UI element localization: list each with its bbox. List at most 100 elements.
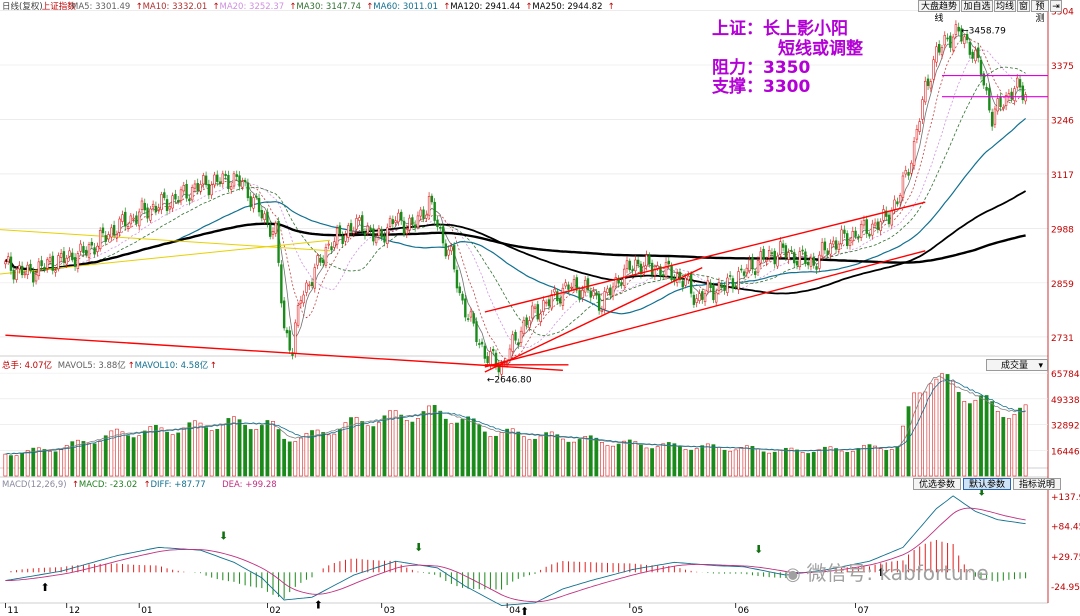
candle-body <box>589 291 592 298</box>
volume-bar <box>549 431 554 477</box>
volume-bar <box>159 427 164 477</box>
candle-body <box>631 269 634 272</box>
toolbar-button[interactable]: 窗 <box>1017 0 1030 12</box>
candle-body <box>308 284 311 287</box>
volume-bar <box>42 449 47 477</box>
annotation-line-3: 阻力：3350 <box>712 58 811 78</box>
volume-bar <box>767 452 772 477</box>
candle-body <box>288 330 291 351</box>
toolbar-button[interactable]: 均线 <box>994 0 1016 12</box>
low-label: ←2646.80 <box>487 375 532 385</box>
macd-param-button[interactable]: 指标说明 <box>1013 478 1061 490</box>
candle-body <box>712 285 715 301</box>
candle-body <box>310 282 314 286</box>
volume-bar <box>845 451 850 477</box>
volume-bar <box>884 449 889 477</box>
macd-tick-label: +84.45 <box>1051 523 1080 533</box>
candle-body <box>360 215 364 232</box>
volume-bar <box>806 453 811 477</box>
candle-body <box>352 230 356 234</box>
volume-bar <box>271 421 275 477</box>
candle-body <box>759 251 762 264</box>
volume-bar <box>259 425 264 477</box>
candle-body <box>34 274 38 282</box>
candle-body <box>82 246 85 253</box>
dea-line <box>5 507 1026 603</box>
volume-bar <box>672 443 677 477</box>
volume-bar <box>9 455 13 477</box>
candle-body <box>333 241 336 248</box>
candle-body <box>815 266 818 270</box>
candle-body <box>748 259 751 271</box>
volume-bar <box>248 429 253 477</box>
kline-chart[interactable]: ←3458.79←2646.80 ⬆⬇⬆⬇⬆⬇⬆⬇ 35043375324631… <box>0 0 1080 616</box>
volume-bar <box>778 449 783 477</box>
candle-body <box>383 235 386 243</box>
macd-param-button[interactable]: 优选参数 <box>913 478 961 490</box>
candle-body <box>525 317 528 326</box>
volume-bar <box>92 443 97 477</box>
candle-body <box>51 255 54 271</box>
candle-body <box>294 322 297 354</box>
volume-bar <box>198 422 203 477</box>
toolbar-button[interactable]: 大盘趋势线 <box>918 0 960 24</box>
candle-body <box>675 273 679 283</box>
candle-body <box>321 259 325 264</box>
candle-body <box>932 59 935 80</box>
candle-body <box>578 290 581 300</box>
volume-bar <box>382 415 387 477</box>
candle-body <box>400 211 403 221</box>
candle-body <box>662 274 665 276</box>
candle-body <box>954 24 958 35</box>
candle-body <box>963 36 966 44</box>
volume-indicator-dropdown[interactable]: 成交量 ▾ <box>986 359 1048 371</box>
candle-body <box>809 257 813 267</box>
volume-tick-label: 32892 <box>1051 422 1080 432</box>
candle-body <box>59 253 63 258</box>
candle-body <box>98 230 102 249</box>
candle-body <box>182 185 185 192</box>
candle-body <box>430 195 434 203</box>
candle-body <box>439 227 442 229</box>
candle-body <box>508 348 512 361</box>
candle-body <box>570 286 573 289</box>
candle-body <box>703 293 707 303</box>
candle-body <box>271 230 275 235</box>
candle-body <box>681 281 684 288</box>
candle-body <box>229 186 233 190</box>
candle-body <box>996 98 999 112</box>
candle-body <box>213 174 216 186</box>
volume-bar <box>176 432 181 477</box>
volume-bar <box>3 453 8 477</box>
volume-bar <box>215 429 220 477</box>
candle-body <box>355 218 358 230</box>
candle-body <box>505 362 509 365</box>
volume-bar <box>616 443 621 477</box>
arrow-up-icon: ⬆ <box>520 605 529 616</box>
main-legend-item: 日线(复权) <box>2 1 43 12</box>
candle-body <box>776 255 779 267</box>
candle-body <box>912 141 916 166</box>
price-tick-label: 2988 <box>1051 225 1074 235</box>
arrow-down-icon: ⬇ <box>754 543 763 556</box>
candle-body <box>648 255 651 265</box>
candle-body <box>207 184 211 195</box>
candle-body <box>728 275 732 277</box>
volume-bar <box>53 451 58 477</box>
candle-body <box>723 284 726 291</box>
candle-body <box>818 254 821 269</box>
volume-bar <box>87 443 91 477</box>
volume-bar <box>878 448 883 477</box>
candle-body <box>124 211 127 227</box>
candle-body <box>427 195 431 216</box>
candle-body <box>246 182 250 199</box>
toolbar-button[interactable]: 加自选 <box>961 0 993 12</box>
toolbar-button[interactable]: 预测 <box>1031 0 1049 24</box>
arrow-down-icon: ⬇ <box>414 541 423 554</box>
collapse-panel-icon[interactable]: ⇥ <box>1050 0 1062 12</box>
candle-body <box>157 207 160 211</box>
volume-bar <box>460 418 465 477</box>
candle-body <box>48 257 52 262</box>
macd-param-button[interactable]: 默认参数 <box>963 478 1011 490</box>
candle-body <box>536 304 539 320</box>
